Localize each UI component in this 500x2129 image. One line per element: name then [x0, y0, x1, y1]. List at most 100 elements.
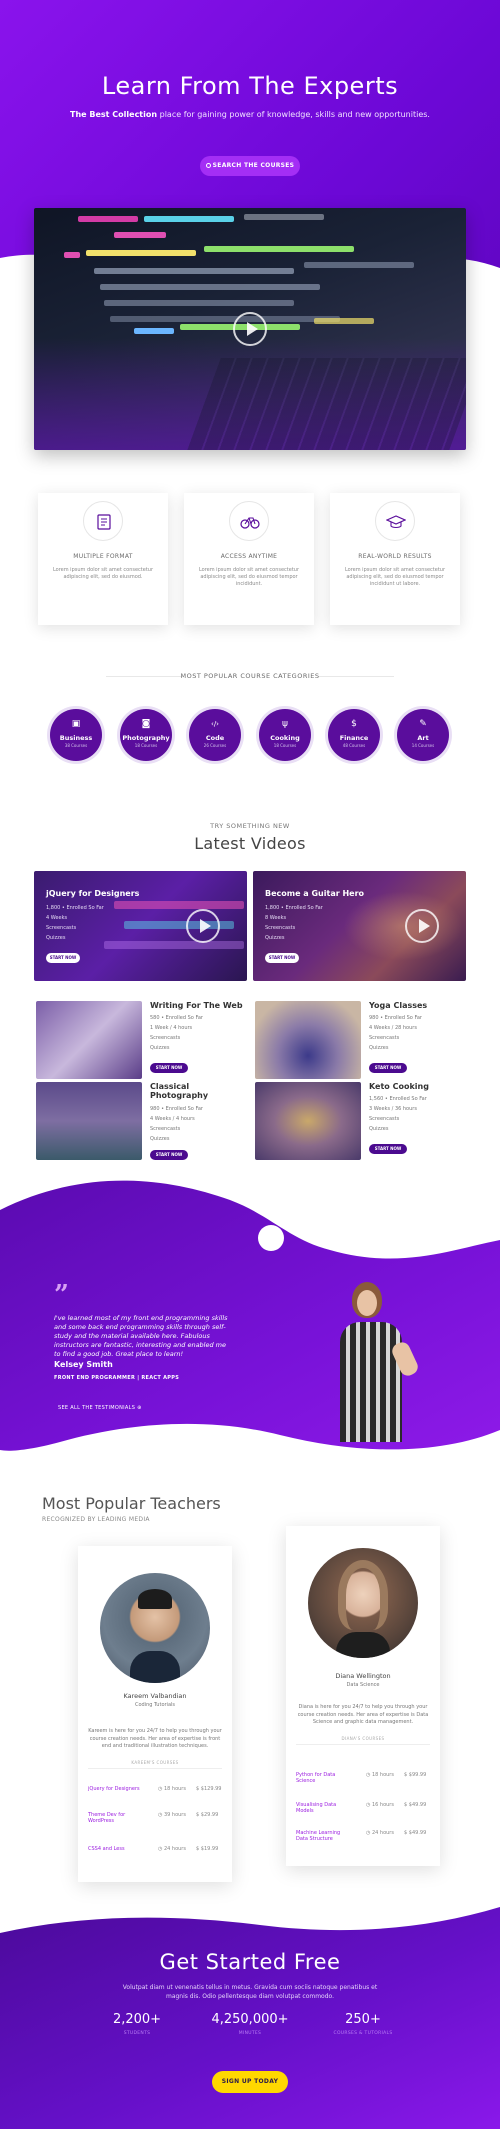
course-card-keto: Keto Cooking 1,560 • Enrolled So Far 3 W…: [255, 1082, 465, 1160]
course-hours-text: 24 hours: [371, 1830, 394, 1836]
course-link[interactable]: CSS4 and Less: [88, 1846, 150, 1852]
course-title[interactable]: Yoga Classes: [369, 1001, 465, 1010]
sign-up-button[interactable]: SIGN UP TODAY: [212, 2071, 288, 2093]
code-line: [100, 284, 320, 290]
play-icon: [419, 919, 430, 933]
utensils-icon: ψ: [282, 719, 288, 729]
course-image[interactable]: [255, 1082, 361, 1160]
hero-video-player[interactable]: [34, 208, 466, 450]
enrolled-meta: 1,560 • Enrolled So Far: [369, 1096, 427, 1102]
course-link[interactable]: Theme Dev for WordPress: [88, 1812, 136, 1824]
course-price-text: $29.99: [200, 1812, 219, 1818]
teacher-course-row: Machine Learning Data Structure ◷ 24 hou…: [296, 1830, 430, 1842]
camera-icon: ◙: [141, 719, 151, 729]
category-name: Photography: [122, 734, 170, 742]
code-line: [110, 316, 340, 322]
start-now-button[interactable]: START NOW: [369, 1144, 407, 1154]
play-button[interactable]: [405, 909, 439, 943]
featured-video-title: jQuery for Designers: [46, 889, 140, 898]
featured-video-jquery[interactable]: jQuery for Designers 1,800 • Enrolled So…: [34, 871, 247, 981]
screencasts-meta: Screencasts: [150, 1126, 181, 1132]
category-finance[interactable]: $ Finance 48 Courses: [328, 709, 380, 761]
search-courses-button[interactable]: SEARCH THE COURSES: [200, 156, 300, 176]
teacher-name[interactable]: Diana Wellington: [286, 1672, 440, 1680]
course-card-writing: Writing For The Web 580 • Enrolled So Fa…: [36, 1001, 246, 1079]
category-business[interactable]: ▣ Business 38 Courses: [50, 709, 102, 761]
category-count: 38 Courses: [64, 743, 88, 748]
category-name: Code: [205, 734, 225, 742]
teacher-avatar[interactable]: [308, 1548, 418, 1658]
play-icon: [247, 322, 258, 336]
code-line: [78, 216, 138, 222]
testimonial-name: Kelsey Smith: [54, 1360, 113, 1369]
category-name: Art: [417, 734, 429, 742]
category-count: 26 Courses: [203, 743, 227, 748]
code-line: [114, 232, 166, 238]
course-price-text: $49.99: [408, 1802, 427, 1808]
course-hours: ◷ 24 hours: [366, 1830, 394, 1836]
teacher-bio: Kareem is here for you 24/7 to help you …: [88, 1728, 222, 1749]
course-link[interactable]: Python for Data Science: [296, 1772, 346, 1784]
avatar-top: [336, 1632, 390, 1658]
teacher-card-kareem: Kareem Valbandian Coding Tutorials Karee…: [78, 1546, 232, 1882]
feature-title: MULTIPLE FORMAT: [73, 553, 133, 560]
course-hours-text: 24 hours: [163, 1846, 186, 1852]
dollar-icon: $: [351, 719, 357, 729]
teachers-subtitle: RECOGNIZED BY LEADING MEDIA: [42, 1516, 150, 1523]
category-count: 48 Courses: [342, 743, 366, 748]
start-now-button[interactable]: START NOW: [150, 1063, 188, 1073]
see-all-testimonials-link[interactable]: SEE ALL THE TESTIMONIALS ⊕: [58, 1405, 142, 1411]
teacher-course-row: Theme Dev for WordPress ◷ 39 hours $ $29…: [88, 1812, 222, 1824]
avatar-hair: [338, 1560, 388, 1630]
category-cooking[interactable]: ψ Cooking 18 Courses: [259, 709, 311, 761]
stat-label: COURSES & TUTORIALS: [333, 2031, 393, 2036]
start-now-button[interactable]: START NOW: [46, 953, 80, 963]
feature-description: Lorem ipsum dolor sit amet consectetur a…: [52, 567, 154, 580]
play-button[interactable]: [186, 909, 220, 943]
category-photography[interactable]: ◙ Photography 18 Courses: [120, 709, 172, 761]
course-price: $ $29.99: [196, 1812, 218, 1818]
category-count: 14 Courses: [411, 743, 435, 748]
category-code[interactable]: ‹/› Code 26 Courses: [189, 709, 241, 761]
play-button[interactable]: [233, 312, 267, 346]
start-now-button[interactable]: START NOW: [369, 1063, 407, 1073]
play-icon: [200, 919, 211, 933]
course-image[interactable]: [36, 1082, 142, 1160]
course-title[interactable]: Keto Cooking: [369, 1082, 465, 1091]
feature-card-access-anytime: ACCESS ANYTIME Lorem ipsum dolor sit ame…: [184, 493, 314, 625]
screen-code-line: [114, 901, 244, 909]
hero-title: Learn From The Experts: [101, 72, 399, 100]
screencasts-meta: Screencasts: [46, 925, 77, 931]
featured-video-guitar[interactable]: Become a Guitar Hero 1,800 • Enrolled So…: [253, 871, 466, 981]
quizzes-meta: Quizzes: [150, 1136, 170, 1142]
hero-subtitle-text: place for gaining power of knowledge, sk…: [157, 110, 430, 119]
course-image[interactable]: [255, 1001, 361, 1079]
start-now-button[interactable]: START NOW: [265, 953, 299, 963]
cta-text: Volutpat diam ut venenatis tellus in met…: [122, 1984, 378, 2000]
start-now-button[interactable]: START NOW: [150, 1150, 188, 1160]
screencasts-meta: Screencasts: [369, 1116, 400, 1122]
code-line: [134, 328, 174, 334]
teacher-avatar[interactable]: [100, 1573, 210, 1683]
course-price: $ $99.99: [404, 1772, 426, 1778]
code-line: [204, 246, 354, 252]
category-count: 18 Courses: [134, 743, 158, 748]
category-art[interactable]: ✎ Art 14 Courses: [397, 709, 449, 761]
course-image[interactable]: [36, 1001, 142, 1079]
quizzes-meta: Quizzes: [265, 935, 285, 941]
course-title[interactable]: Classical Photography: [150, 1082, 246, 1100]
teachers-title: Most Popular Teachers: [42, 1494, 221, 1513]
course-price: $ $49.99: [404, 1802, 426, 1808]
course-link[interactable]: jQuery for Designers: [88, 1786, 150, 1792]
code-line: [314, 318, 374, 324]
feature-title: REAL-WORLD RESULTS: [358, 553, 432, 560]
course-hours-text: 39 hours: [163, 1812, 186, 1818]
course-title[interactable]: Writing For The Web: [150, 1001, 246, 1010]
quizzes-meta: Quizzes: [369, 1045, 389, 1051]
code-line: [144, 216, 234, 222]
course-link[interactable]: Visualising Data Models: [296, 1802, 346, 1814]
stat-value: 4,250,000+: [211, 2012, 289, 2027]
testimonial-role: FRONT END PROGRAMMER | REACT APPS: [54, 1375, 180, 1381]
course-link[interactable]: Machine Learning Data Structure: [296, 1830, 352, 1842]
teacher-name[interactable]: Kareem Valbandian: [78, 1692, 232, 1700]
